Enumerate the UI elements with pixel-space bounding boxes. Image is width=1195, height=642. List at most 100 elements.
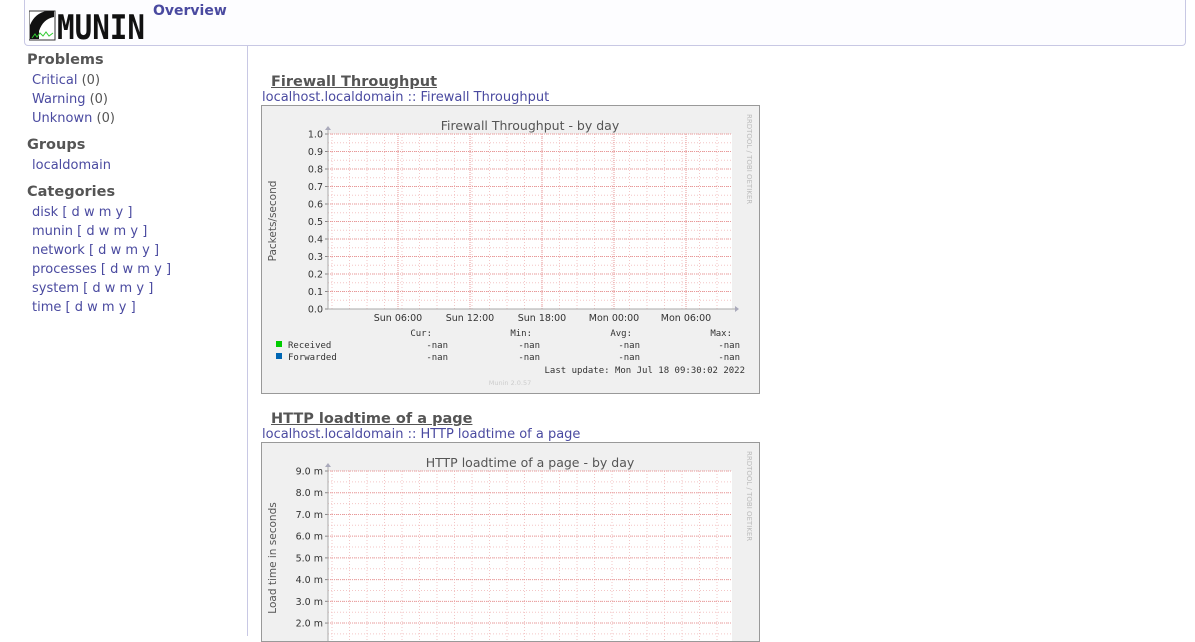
category-link[interactable]: disk bbox=[32, 205, 58, 220]
legend-header: Cur: bbox=[410, 329, 432, 339]
period-link-y[interactable]: y bbox=[116, 205, 124, 220]
y-tick-label: 0.1 bbox=[308, 287, 323, 298]
period-link-m[interactable]: m bbox=[99, 205, 112, 220]
sidebar: Problems Critical (0) Warning (0) Unknow… bbox=[27, 52, 242, 326]
y-tick-label: 6.0 m bbox=[296, 532, 323, 543]
graph-firewall[interactable]: Firewall Throughput - by day RRDTOOL / TO… bbox=[261, 105, 760, 394]
rrdtool-credit: RRDTOOL / TOBI OETIKER bbox=[745, 451, 753, 541]
unknown-link[interactable]: Unknown bbox=[32, 111, 92, 126]
breadcrumb-host-link[interactable]: localhost.localdomain bbox=[262, 427, 403, 442]
warning-count: (0) bbox=[89, 92, 109, 107]
period-link-d[interactable]: d bbox=[72, 205, 80, 220]
period-link-m[interactable]: m bbox=[125, 243, 138, 258]
content-divider bbox=[247, 46, 248, 636]
rrdtool-credit: RRDTOOL / TOBI OETIKER bbox=[745, 114, 753, 204]
bracket-open: [ bbox=[88, 243, 95, 258]
legend-value-avg: -nan bbox=[618, 353, 640, 363]
period-link-d[interactable]: d bbox=[86, 224, 94, 239]
breadcrumb-separator: :: bbox=[407, 90, 417, 105]
category-link[interactable]: time bbox=[32, 300, 61, 315]
category-link[interactable]: munin bbox=[32, 224, 73, 239]
period-link-d[interactable]: d bbox=[110, 262, 118, 277]
graph-breadcrumb-firewall: localhost.localdomain :: Firewall Throug… bbox=[262, 90, 549, 105]
period-link-d[interactable]: d bbox=[98, 243, 106, 258]
legend-value-max: -nan bbox=[718, 341, 740, 351]
category-link[interactable]: network bbox=[32, 243, 85, 258]
period-link-m[interactable]: m bbox=[137, 262, 150, 277]
category-link[interactable]: processes bbox=[32, 262, 97, 277]
localdomain-link[interactable]: localdomain bbox=[32, 158, 111, 173]
plot-area bbox=[328, 471, 732, 641]
munin-logo[interactable]: MUNIN bbox=[28, 8, 145, 48]
period-link-w[interactable]: w bbox=[105, 281, 116, 296]
y-tick-label: 8.0 m bbox=[296, 488, 323, 499]
sidebar-item-system: system [ d w m y ] bbox=[32, 279, 242, 298]
legend-value-min: -nan bbox=[518, 353, 540, 363]
x-tick-label: Sun 06:00 bbox=[374, 313, 422, 324]
period-link-y[interactable]: y bbox=[154, 262, 162, 277]
breadcrumb-host-link[interactable]: localhost.localdomain bbox=[262, 90, 403, 105]
munin-logo-image: MUNIN bbox=[28, 8, 145, 48]
period-link-d[interactable]: d bbox=[75, 300, 83, 315]
problems-heading: Problems bbox=[27, 52, 104, 68]
y-tick-label: 0.7 bbox=[308, 182, 323, 193]
period-link-w[interactable]: w bbox=[111, 243, 122, 258]
period-link-m[interactable]: m bbox=[120, 281, 133, 296]
unknown-count: (0) bbox=[96, 111, 115, 126]
groups-section: Groups localdomain bbox=[27, 137, 242, 175]
graph-title-firewall[interactable]: Firewall Throughput bbox=[271, 74, 437, 90]
firewall-graph-svg: Firewall Throughput - by day RRDTOOL / TO… bbox=[267, 114, 753, 387]
y-tick-label: 9.0 m bbox=[296, 467, 323, 478]
graph-http-loadtime[interactable]: HTTP loadtime of a page - by day RRDTOOL … bbox=[261, 442, 760, 642]
period-link-d[interactable]: d bbox=[92, 281, 100, 296]
critical-link[interactable]: Critical bbox=[32, 73, 77, 88]
breadcrumb-plugin-link[interactable]: HTTP loadtime of a page bbox=[421, 427, 581, 442]
period-link-w[interactable]: w bbox=[123, 262, 134, 277]
sidebar-item-unknown: Unknown (0) bbox=[32, 109, 242, 128]
y-tick-label: 4.0 m bbox=[296, 575, 323, 586]
legend-value-min: -nan bbox=[518, 341, 540, 351]
categories-section: Categories disk [ d w m y ] munin [ d w m… bbox=[27, 184, 242, 317]
sidebar-item-processes: processes [ d w m y ] bbox=[32, 260, 242, 279]
bracket-close: ] bbox=[142, 224, 148, 239]
sidebar-item-time: time [ d w m y ] bbox=[32, 298, 242, 317]
breadcrumb-plugin-link[interactable]: Firewall Throughput bbox=[421, 90, 550, 105]
warning-link[interactable]: Warning bbox=[32, 92, 85, 107]
sidebar-item-localdomain: localdomain bbox=[32, 156, 242, 175]
legend-value-cur: -nan bbox=[426, 341, 448, 351]
period-link-w[interactable]: w bbox=[84, 205, 95, 220]
sidebar-item-warning: Warning (0) bbox=[32, 90, 242, 109]
period-link-m[interactable]: m bbox=[102, 300, 115, 315]
period-link-w[interactable]: w bbox=[87, 300, 98, 315]
graph-breadcrumb-http-loadtime: localhost.localdomain :: HTTP loadtime o… bbox=[262, 427, 580, 442]
period-link-y[interactable]: y bbox=[142, 243, 150, 258]
legend-swatch bbox=[276, 353, 282, 359]
legend-header: Avg: bbox=[610, 329, 632, 339]
x-axis-arrow bbox=[735, 306, 739, 312]
y-tick-label: 7.0 m bbox=[296, 510, 323, 521]
graph-title-http-loadtime[interactable]: HTTP loadtime of a page bbox=[271, 411, 472, 427]
y-tick-label: 1.0 bbox=[308, 130, 323, 141]
period-link-y[interactable]: y bbox=[119, 300, 127, 315]
legend-series-name: Received bbox=[288, 341, 331, 351]
categories-heading: Categories bbox=[27, 184, 116, 200]
sidebar-item-disk: disk [ d w m y ] bbox=[32, 203, 242, 222]
sidebar-item-critical: Critical (0) bbox=[32, 71, 242, 90]
critical-count: (0) bbox=[81, 73, 101, 88]
y-tick-label: 0.2 bbox=[308, 270, 323, 281]
chart-title: Firewall Throughput - by day bbox=[441, 118, 620, 133]
period-link-y[interactable]: y bbox=[136, 281, 144, 296]
y-tick-label: 0.0 bbox=[308, 305, 323, 316]
bracket-open: [ bbox=[65, 300, 71, 315]
overview-link[interactable]: Overview bbox=[153, 3, 227, 19]
munin-version: Munin 2.0.57 bbox=[489, 379, 532, 387]
category-link[interactable]: system bbox=[32, 281, 79, 296]
y-tick-label: 2.0 m bbox=[296, 619, 323, 630]
period-link-m[interactable]: m bbox=[114, 224, 127, 239]
period-link-w[interactable]: w bbox=[99, 224, 110, 239]
period-link-y[interactable]: y bbox=[130, 224, 138, 239]
bracket-open: [ bbox=[83, 281, 89, 296]
legend-value-max: -nan bbox=[718, 353, 740, 363]
y-axis-arrow bbox=[325, 463, 331, 467]
x-tick-label: Mon 06:00 bbox=[661, 313, 711, 324]
